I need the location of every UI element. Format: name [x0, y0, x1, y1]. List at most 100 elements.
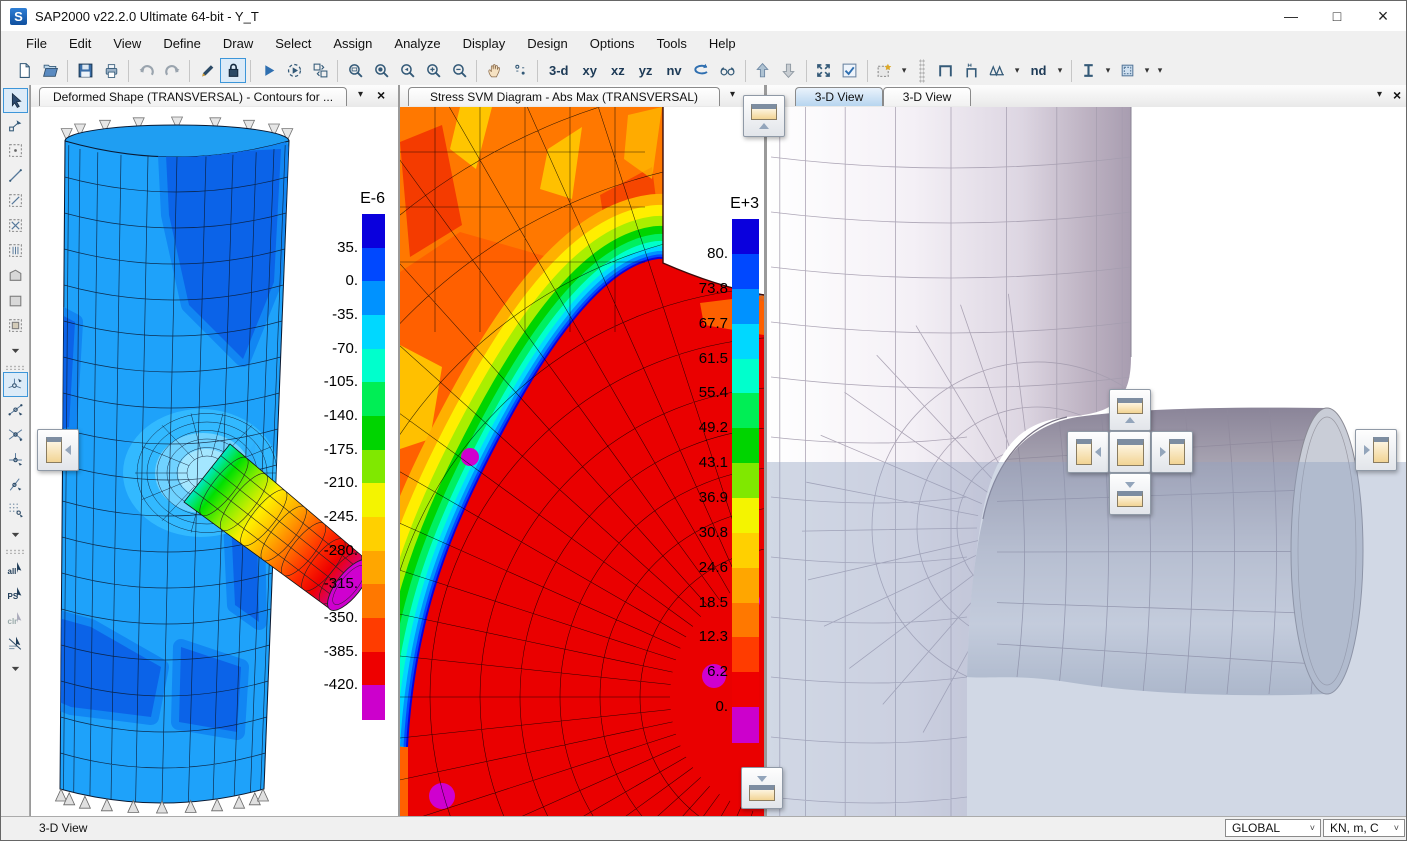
- tab-deformed-shape[interactable]: Deformed Shape (TRANSVERSAL) - Contours …: [39, 87, 347, 106]
- select-pointer-button[interactable]: [3, 88, 28, 113]
- minimize-button[interactable]: —: [1268, 1, 1314, 31]
- refresh-window-button[interactable]: [307, 58, 333, 83]
- deselect-button[interactable]: [3, 631, 28, 656]
- units-select[interactable]: KN, m, C˅: [1323, 819, 1405, 837]
- arrange-right-button[interactable]: [1151, 431, 1193, 473]
- previous-zoom-button[interactable]: [394, 58, 420, 83]
- maximize-button[interactable]: □: [1314, 1, 1360, 31]
- stress-diagram-view[interactable]: E+380.73.867.761.555.449.243.136.930.824…: [400, 107, 764, 817]
- draw-rect-area-button[interactable]: [3, 288, 28, 313]
- rotate-view-button[interactable]: [689, 58, 715, 83]
- run-animation-button[interactable]: [281, 58, 307, 83]
- undo-button[interactable]: [133, 58, 159, 83]
- move-down-list-button[interactable]: [776, 58, 802, 83]
- view-3d-button[interactable]: 3-d: [542, 58, 576, 83]
- deformed-tab-dropdown-icon[interactable]: ▾: [358, 89, 363, 100]
- view3d-tab-close-icon[interactable]: ×: [1393, 87, 1401, 103]
- coord-system-select[interactable]: GLOBAL˅: [1225, 819, 1321, 837]
- pan-button[interactable]: [481, 58, 507, 83]
- snap-joints-button[interactable]: [3, 372, 28, 397]
- assign-options-dropdown[interactable]: ▾: [898, 58, 911, 83]
- draw-more-dropdown[interactable]: [3, 338, 28, 363]
- snap-lines-button[interactable]: [3, 472, 28, 497]
- full-zoom-button[interactable]: [368, 58, 394, 83]
- more-tools-dropdown[interactable]: ▾: [1154, 58, 1167, 83]
- menu-draw[interactable]: Draw: [212, 31, 264, 56]
- snap-more-dropdown[interactable]: [3, 522, 28, 547]
- menu-display[interactable]: Display: [452, 31, 517, 56]
- menu-design[interactable]: Design: [516, 31, 578, 56]
- joint-labels-button[interactable]: [507, 58, 533, 83]
- perspective-button[interactable]: [715, 58, 741, 83]
- nd-dropdown[interactable]: ▾: [1054, 58, 1067, 83]
- area-section-button[interactable]: [1115, 58, 1141, 83]
- tab-3d-view-1[interactable]: 3-D View: [795, 87, 883, 106]
- redo-button[interactable]: [159, 58, 185, 83]
- menu-select[interactable]: Select: [264, 31, 322, 56]
- zoom-in-button[interactable]: [420, 58, 446, 83]
- snap-intersections-button[interactable]: [3, 422, 28, 447]
- new-file-button[interactable]: [11, 58, 37, 83]
- deformed-tab-close-icon[interactable]: ×: [377, 87, 385, 103]
- zoom-out-button[interactable]: [446, 58, 472, 83]
- shrink-objects-button[interactable]: [811, 58, 837, 83]
- previous-selection-button[interactable]: PS: [3, 581, 28, 606]
- draw-joint-button[interactable]: [3, 138, 28, 163]
- menu-help[interactable]: Help: [698, 31, 747, 56]
- snap-perpendicular-button[interactable]: [3, 447, 28, 472]
- print-button[interactable]: [98, 58, 124, 83]
- menu-file[interactable]: File: [15, 31, 58, 56]
- arrange-down-button[interactable]: [1109, 473, 1151, 515]
- deformed-shape-view[interactable]: E-635.0.-35.-70.-105.-140.-175.-210.-245…: [31, 107, 398, 817]
- save-file-button[interactable]: [72, 58, 98, 83]
- quick-draw-braces-button[interactable]: [3, 213, 28, 238]
- menu-assign[interactable]: Assign: [322, 31, 383, 56]
- arrange-left-button[interactable]: [1067, 431, 1109, 473]
- show-selection-button[interactable]: [837, 58, 863, 83]
- arrange-center-button[interactable]: [1109, 431, 1151, 473]
- menu-view[interactable]: View: [102, 31, 152, 56]
- quick-draw-frame-button[interactable]: [3, 188, 28, 213]
- menu-edit[interactable]: Edit: [58, 31, 102, 56]
- view-nv-button[interactable]: nv: [659, 58, 688, 83]
- truss-template-dropdown[interactable]: ▾: [1011, 58, 1024, 83]
- nd-button[interactable]: nd: [1024, 58, 1054, 83]
- select-more-dropdown[interactable]: [3, 656, 28, 681]
- draw-frame-button[interactable]: [3, 163, 28, 188]
- tab-3d-view-2[interactable]: 3-D View: [883, 87, 971, 106]
- reshape-object-button[interactable]: [3, 113, 28, 138]
- quick-draw-secondary-beams-button[interactable]: [3, 238, 28, 263]
- view-yz-button[interactable]: yz: [632, 58, 660, 83]
- area-section-dropdown[interactable]: ▾: [1141, 58, 1154, 83]
- menu-define[interactable]: Define: [152, 31, 212, 56]
- arrange-up-button[interactable]: [1109, 389, 1151, 431]
- open-file-button[interactable]: [37, 58, 63, 83]
- i-section-dropdown[interactable]: ▾: [1102, 58, 1115, 83]
- tab-stress-svm[interactable]: Stress SVM Diagram - Abs Max (TRANSVERSA…: [408, 87, 720, 106]
- stress-tab-dropdown-icon[interactable]: ▾: [730, 89, 735, 100]
- select-all-button[interactable]: all: [3, 556, 28, 581]
- draw-poly-area-button[interactable]: [3, 263, 28, 288]
- i-section-button[interactable]: [1076, 58, 1102, 83]
- clear-selection-button[interactable]: clr: [3, 606, 28, 631]
- view-xy-button[interactable]: xy: [576, 58, 604, 83]
- snap-midpoints-button[interactable]: [3, 397, 28, 422]
- menu-options[interactable]: Options: [579, 31, 646, 56]
- frame-section-button[interactable]: [933, 58, 959, 83]
- menu-analyze[interactable]: Analyze: [383, 31, 451, 56]
- run-analysis-button[interactable]: [255, 58, 281, 83]
- move-up-list-button[interactable]: [750, 58, 776, 83]
- quick-draw-area-button[interactable]: [3, 313, 28, 338]
- snap-grid-button[interactable]: [3, 497, 28, 522]
- dock-left-button[interactable]: [37, 429, 79, 471]
- view-xz-button[interactable]: xz: [604, 58, 632, 83]
- rubber-band-zoom-button[interactable]: [342, 58, 368, 83]
- portal-frame-button[interactable]: [959, 58, 985, 83]
- dock-right-button[interactable]: [1355, 429, 1397, 471]
- dock-top-button[interactable]: [743, 95, 785, 137]
- close-button[interactable]: ×: [1360, 1, 1406, 31]
- menu-tools[interactable]: Tools: [646, 31, 698, 56]
- assign-to-group-button[interactable]: [872, 58, 898, 83]
- truss-template-button[interactable]: [985, 58, 1011, 83]
- view3d-tab-dropdown-icon[interactable]: ▾: [1377, 89, 1382, 100]
